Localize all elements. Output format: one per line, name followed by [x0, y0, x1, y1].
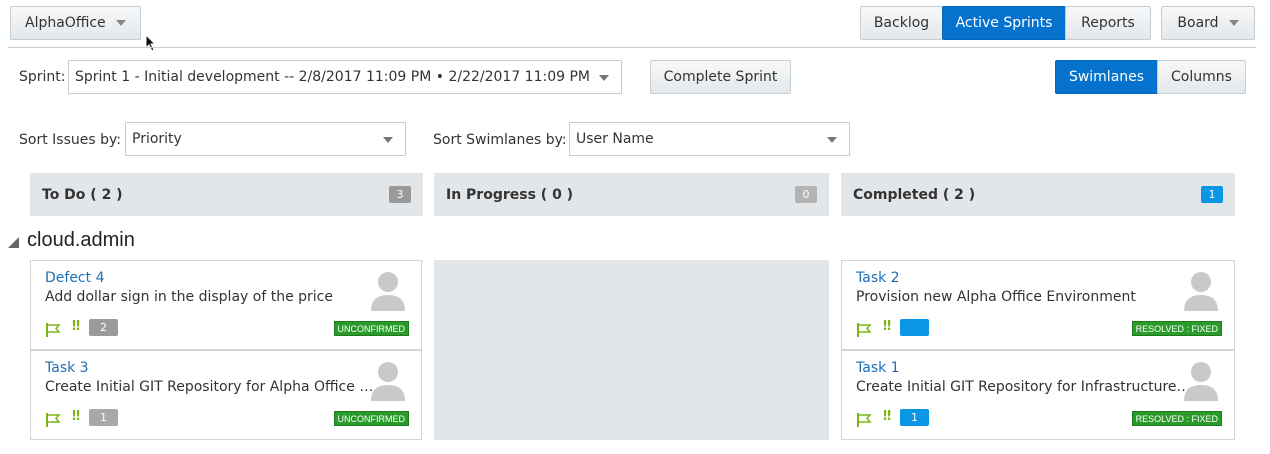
column-count-badge: 1: [1201, 186, 1223, 203]
priority-icon: ‼: [883, 409, 892, 424]
flag-icon: [46, 323, 61, 337]
swimlane-header[interactable]: cloud.admin: [8, 229, 135, 252]
issue-card[interactable]: Defect 4 Add dollar sign in the display …: [30, 260, 422, 350]
sort-issues-label: Sort Issues by:: [19, 132, 121, 148]
sort-swimlanes-select[interactable]: User Name: [569, 122, 850, 156]
column-count-badge: 3: [389, 186, 411, 203]
sort-swimlanes-value: User Name: [576, 131, 654, 147]
story-points-badge: 2: [89, 319, 118, 336]
priority-icon: ‼: [72, 409, 81, 424]
column-header-completed: Completed ( 2 ) 1: [841, 173, 1235, 216]
avatar-icon: [371, 272, 405, 311]
swimlanes-toggle-label: Swimlanes: [1068, 69, 1145, 85]
triangle-icon[interactable]: [8, 237, 19, 248]
story-points-badge: 1: [900, 409, 929, 426]
story-points-badge: [900, 319, 929, 336]
status-badge: RESOLVED : FIXED: [1131, 321, 1222, 336]
issue-description: Create Initial GIT Repository for Alpha …: [45, 379, 380, 395]
status-badge: RESOLVED : FIXED: [1131, 411, 1222, 426]
in-progress-drop-area[interactable]: [434, 260, 829, 440]
sort-issues-value: Priority: [132, 131, 182, 147]
project-selector-label: AlphaOffice: [25, 15, 106, 31]
status-badge: UNCONFIRMED: [333, 321, 409, 336]
status-badge: UNCONFIRMED: [333, 411, 409, 426]
column-title: In Progress ( 0 ): [446, 186, 574, 203]
story-points-badge: 1: [89, 409, 118, 426]
issue-card[interactable]: Task 2 Provision new Alpha Office Enviro…: [841, 260, 1235, 350]
swimlane-name: cloud.admin: [27, 229, 135, 251]
issue-card[interactable]: Task 3 Create Initial GIT Repository for…: [30, 350, 422, 440]
issue-title-link[interactable]: Task 1: [856, 360, 900, 376]
columns-toggle-label: Columns: [1171, 69, 1232, 85]
sprint-select-value: Sprint 1 - Initial development -- 2/8/20…: [75, 69, 590, 85]
nav-reports-label: Reports: [1081, 15, 1135, 31]
sprint-label: Sprint:: [19, 69, 66, 85]
avatar-icon: [1184, 362, 1218, 401]
nav-active-sprints-label: Active Sprints: [955, 15, 1053, 31]
chevron-down-icon: [115, 20, 126, 26]
sort-issues-select[interactable]: Priority: [125, 122, 406, 156]
chevron-down-icon: [827, 137, 837, 143]
nav-reports-button[interactable]: Reports: [1065, 6, 1151, 40]
sort-swimlanes-label: Sort Swimlanes by:: [433, 132, 567, 148]
issue-title-link[interactable]: Task 3: [45, 360, 89, 376]
flag-icon: [46, 413, 61, 427]
flag-icon: [857, 323, 872, 337]
swimlanes-toggle-button[interactable]: Swimlanes: [1055, 60, 1158, 94]
issue-title-link[interactable]: Defect 4: [45, 270, 104, 286]
mouse-cursor-icon: [145, 34, 157, 52]
chevron-down-icon: [383, 137, 393, 143]
flag-icon: [857, 413, 872, 427]
columns-toggle-button[interactable]: Columns: [1157, 60, 1246, 94]
project-selector[interactable]: AlphaOffice: [10, 6, 141, 40]
board-menu-button[interactable]: Board: [1161, 6, 1255, 40]
complete-sprint-label: Complete Sprint: [663, 69, 778, 85]
column-header-in-progress: In Progress ( 0 ) 0: [434, 173, 829, 216]
nav-active-sprints-button[interactable]: Active Sprints: [942, 6, 1066, 40]
issue-title-link[interactable]: Task 2: [856, 270, 900, 286]
board-menu-label: Board: [1177, 15, 1219, 31]
column-header-todo: To Do ( 2 ) 3: [30, 173, 423, 216]
column-title: To Do ( 2 ): [42, 186, 123, 203]
column-title: Completed ( 2 ): [853, 186, 976, 203]
column-count-badge: 0: [795, 186, 817, 203]
avatar-icon: [371, 362, 405, 401]
issue-description: Add dollar sign in the display of the pr…: [45, 289, 333, 305]
priority-icon: ‼: [883, 319, 892, 334]
avatar-icon: [1184, 272, 1218, 311]
nav-backlog-label: Backlog: [873, 15, 930, 31]
nav-backlog-button[interactable]: Backlog: [860, 6, 943, 40]
header-divider: [8, 47, 1256, 48]
complete-sprint-button[interactable]: Complete Sprint: [650, 60, 791, 94]
priority-icon: ‼: [72, 319, 81, 334]
issue-card[interactable]: Task 1 Create Initial GIT Repository for…: [841, 350, 1235, 440]
chevron-down-icon: [1228, 20, 1239, 26]
sprint-select[interactable]: Sprint 1 - Initial development -- 2/8/20…: [68, 60, 622, 94]
issue-description: Provision new Alpha Office Environment: [856, 289, 1136, 305]
issue-description: Create Initial GIT Repository for Infras…: [856, 379, 1191, 395]
chevron-down-icon: [599, 75, 609, 81]
